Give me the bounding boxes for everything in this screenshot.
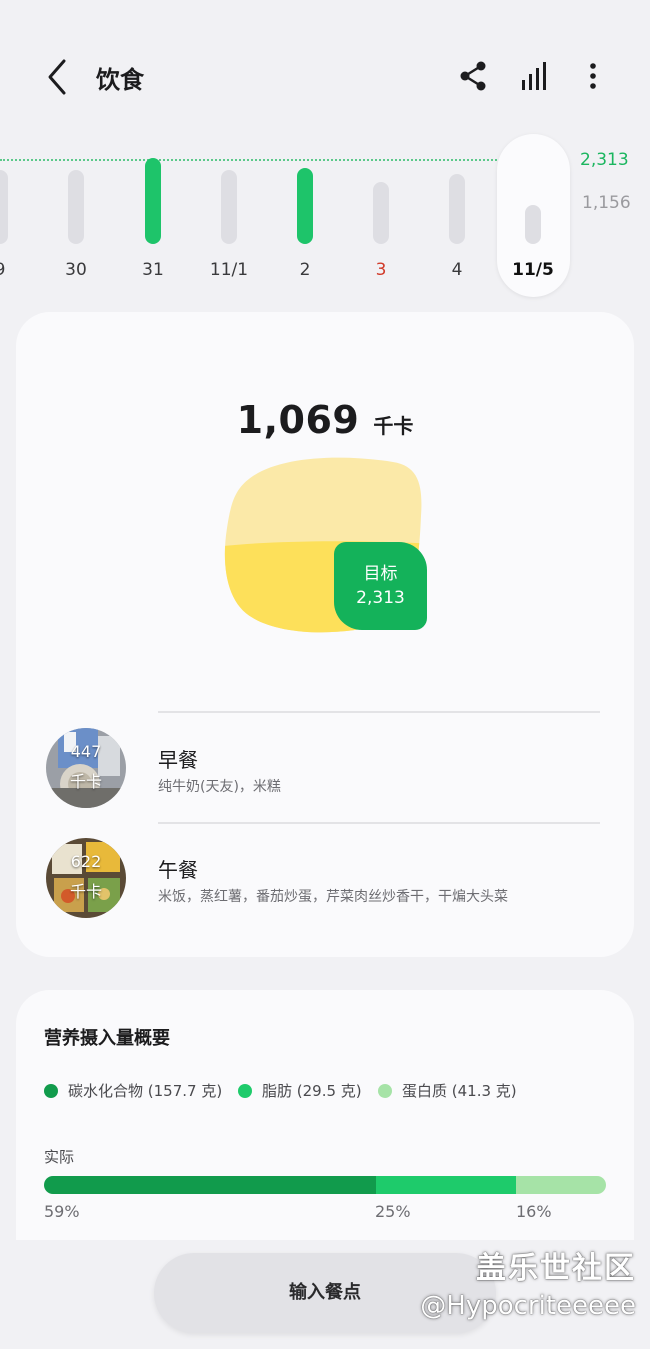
watermark-user: @Hypocriteeeee xyxy=(420,1291,636,1321)
nutrition-segment xyxy=(375,1176,517,1194)
meal-calories-unit: 千卡 xyxy=(69,882,102,901)
meal-name: 早餐 xyxy=(158,748,198,772)
legend-label: 蛋白质 (41.3 克) xyxy=(402,1082,517,1100)
day-label[interactable]: 9 xyxy=(0,260,25,280)
calorie-total: 1,069 千卡 xyxy=(16,398,634,442)
legend-label: 脂肪 (29.5 克) xyxy=(262,1082,362,1100)
legend-label: 碳水化合物 (157.7 克) xyxy=(68,1082,223,1100)
meal-description: 米饭，蒸红薯，番茄炒蛋，芹菜肉丝炒香干，干煸大头菜 xyxy=(158,889,508,905)
pct-label: 59% xyxy=(44,1202,80,1221)
legend-carbs: 碳水化合物 (157.7 克) xyxy=(44,1080,222,1101)
day-bar-met-goal[interactable] xyxy=(297,168,313,244)
daily-calorie-timeline: 9 30 31 11/1 2 3 4 11/5 2,313 1,156 xyxy=(0,130,650,305)
day-bar[interactable] xyxy=(221,170,237,244)
day-label[interactable]: 31 xyxy=(128,260,178,280)
meal-name: 午餐 xyxy=(158,858,198,882)
pct-label: 16% xyxy=(516,1202,552,1221)
calorie-unit: 千卡 xyxy=(373,414,414,438)
meal-photo: 447 千卡 xyxy=(46,728,126,808)
day-label[interactable]: 30 xyxy=(51,260,101,280)
nutrition-summary-card[interactable]: 营养摄入量概要 碳水化合物 (157.7 克) 脂肪 (29.5 克) 蛋白质 … xyxy=(16,990,634,1240)
legend-dot xyxy=(44,1084,58,1098)
legend-dot xyxy=(238,1084,252,1098)
calorie-value: 1,069 xyxy=(236,398,360,442)
target-value: 2,313 xyxy=(356,588,405,608)
actual-label: 实际 xyxy=(44,1148,75,1166)
meal-item-lunch[interactable]: 622 千卡 午餐 米饭，蒸红薯，番茄炒蛋，芹菜肉丝炒香干，干煸大头菜 xyxy=(46,838,616,922)
legend-fat: 脂肪 (29.5 克) xyxy=(238,1080,362,1101)
nutrition-segment xyxy=(516,1176,606,1194)
legend-protein: 蛋白质 (41.3 克) xyxy=(378,1080,517,1101)
day-label[interactable]: 2 xyxy=(280,260,330,280)
day-label-holiday[interactable]: 3 xyxy=(356,260,406,280)
day-bar[interactable] xyxy=(0,170,8,244)
day-bar[interactable] xyxy=(68,170,84,244)
nutrition-segment xyxy=(44,1176,376,1194)
watermark-title: 盖乐世社区 xyxy=(476,1251,636,1286)
meal-description: 纯牛奶(天友)，米糕 xyxy=(158,779,281,795)
divider xyxy=(158,822,600,824)
nutrition-ratio-bar xyxy=(44,1176,606,1194)
stats-icon[interactable] xyxy=(518,58,552,94)
day-label-selected[interactable]: 11/5 xyxy=(508,260,558,280)
page-title: 饮食 xyxy=(96,66,144,94)
day-bar-met-goal[interactable] xyxy=(145,158,161,244)
pct-label: 25% xyxy=(375,1202,411,1221)
target-label: 目标 xyxy=(363,564,398,584)
back-icon[interactable] xyxy=(40,55,76,99)
day-label[interactable]: 11/1 xyxy=(204,260,254,280)
goal-scale-label: 2,313 xyxy=(580,150,629,170)
share-icon[interactable] xyxy=(456,58,490,94)
day-bar[interactable] xyxy=(449,174,465,244)
day-bar[interactable] xyxy=(373,182,389,244)
meal-calories-unit: 千卡 xyxy=(69,772,102,791)
app-header: 饮食 xyxy=(0,0,650,150)
legend-dot xyxy=(378,1084,392,1098)
more-icon[interactable] xyxy=(576,58,610,94)
nutrition-title: 营养摄入量概要 xyxy=(44,1028,170,1049)
divider xyxy=(158,711,600,713)
mid-scale-label: 1,156 xyxy=(582,193,631,213)
meal-calories: 622 xyxy=(70,852,102,871)
goal-line xyxy=(0,159,497,161)
meal-photo: 622 千卡 xyxy=(46,838,126,918)
daily-summary-card: 1,069 千卡 目标 2,313 447 千卡 早餐 纯牛奶(天友)，米糕 6… xyxy=(16,312,634,957)
target-badge: 目标 2,313 xyxy=(334,542,427,630)
meal-calories: 447 xyxy=(70,742,102,761)
meal-item-breakfast[interactable]: 447 千卡 早餐 纯牛奶(天友)，米糕 xyxy=(46,728,616,812)
day-bar-selected[interactable] xyxy=(525,205,541,244)
day-label[interactable]: 4 xyxy=(432,260,482,280)
